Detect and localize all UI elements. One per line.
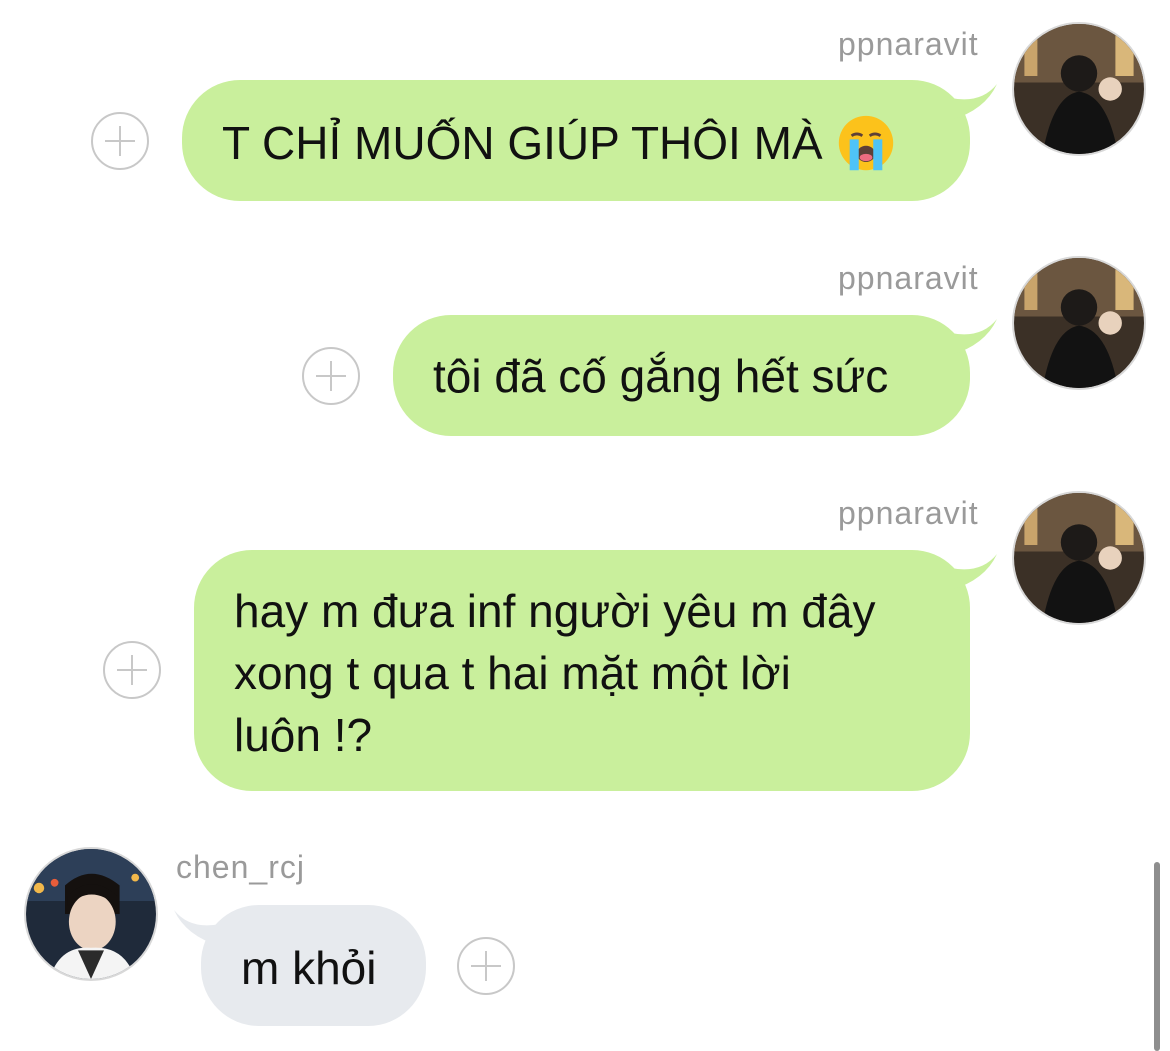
message-bubble-outgoing[interactable]: hay m đưa inf người yêu m đây xong t qua… [194, 550, 970, 791]
message-bubble-outgoing[interactable]: T CHỈ MUỐN GIÚP THÔI MÀ [182, 80, 970, 201]
plus-circle-icon[interactable] [457, 937, 515, 995]
message-bubble-incoming[interactable]: m khỏi [201, 905, 426, 1026]
message-text-line: hay m đưa inf người yêu m đây [234, 585, 876, 637]
message-text: tôi đã cố gắng hết sức [433, 350, 889, 402]
sender-name: ppnaravit [838, 26, 979, 62]
avatar-photo [1014, 24, 1144, 154]
sender-avatar[interactable] [1012, 256, 1146, 390]
plus-circle-icon[interactable] [91, 112, 149, 170]
bubble-tail [951, 84, 997, 120]
sender-avatar[interactable] [1012, 22, 1146, 156]
sender-avatar[interactable] [1012, 491, 1146, 625]
avatar-photo [1014, 258, 1144, 388]
message-text: T CHỈ MUỐN GIÚP THÔI MÀ [222, 117, 823, 169]
avatar-photo [1014, 493, 1144, 623]
bubble-tail [951, 554, 997, 590]
sender-name: ppnaravit [838, 260, 979, 296]
plus-circle-icon[interactable] [302, 347, 360, 405]
sender-name: ppnaravit [838, 495, 979, 531]
message-text-line: xong t qua t hai mặt một lời [234, 647, 791, 699]
bubble-tail [951, 319, 997, 355]
avatar-photo [26, 849, 156, 979]
message-text: m khỏi [241, 942, 377, 994]
contact-avatar[interactable] [24, 847, 158, 981]
message-text-line: luôn !? [234, 709, 373, 761]
loudly-crying-face-icon [838, 115, 893, 171]
plus-circle-icon[interactable] [103, 641, 161, 699]
sender-name: chen_rcj [176, 849, 305, 885]
message-bubble-outgoing[interactable]: tôi đã cố gắng hết sức [393, 315, 970, 436]
scrollbar[interactable] [1154, 862, 1160, 1051]
chat-thread: ppnaravit T CHỈ MUỐN GIÚP THÔI MÀ ppnara… [0, 0, 1170, 1051]
